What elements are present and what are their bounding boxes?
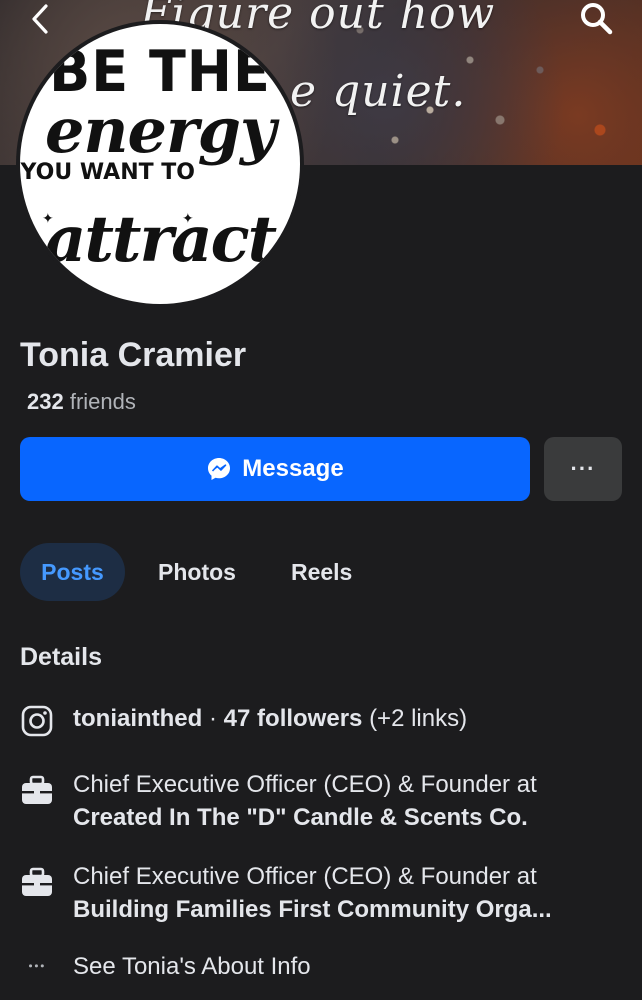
work-title: Chief Executive Officer (CEO) & Founder … <box>73 771 537 798</box>
friends-count[interactable]: 232 friends <box>27 389 136 415</box>
avatar-text-attract: attract <box>44 202 277 277</box>
messenger-icon <box>208 458 231 480</box>
more-dots-icon <box>29 964 44 968</box>
message-button[interactable]: Message <box>20 437 530 501</box>
tab-posts[interactable]: Posts <box>20 543 125 601</box>
back-button[interactable] <box>26 2 56 38</box>
instagram-text: toniainthed · 47 followers (+2 links) <box>73 702 467 735</box>
avatar-text-energy: energy <box>44 94 276 167</box>
sparkle-icon: ✦ <box>182 210 194 226</box>
message-label: Message <box>242 455 344 482</box>
instagram-followers: 47 followers <box>223 705 363 732</box>
work-organization[interactable]: Building Families First Community Orga..… <box>73 893 552 926</box>
see-about-label: See Tonia's About Info <box>73 953 311 980</box>
briefcase-icon <box>22 775 52 804</box>
instagram-icon <box>21 705 53 737</box>
cover-text-line2: e quiet. <box>290 66 467 117</box>
profile-name: Tonia Cramier <box>20 336 247 374</box>
friends-number: 232 <box>27 389 64 414</box>
briefcase-icon <box>22 867 52 896</box>
chevron-left-icon <box>32 4 48 34</box>
search-button[interactable] <box>576 0 616 40</box>
instagram-handle[interactable]: toniainthed <box>73 705 202 732</box>
details-heading: Details <box>20 643 102 671</box>
tab-photos[interactable]: Photos <box>158 543 236 601</box>
avatar-text-you-want-to: YOU WANT TO <box>20 160 195 185</box>
work-organization[interactable]: Created In The "D" Candle & Scents Co. <box>73 801 537 834</box>
more-dots-icon: ··· <box>570 456 596 481</box>
work-title: Chief Executive Officer (CEO) & Founder … <box>73 863 537 890</box>
sparkle-icon: ✦ <box>42 210 54 226</box>
profile-avatar[interactable]: BE THE energy YOU WANT TO attract ✦ ✦ <box>16 20 304 308</box>
friends-label: friends <box>69 389 136 414</box>
profile-tabs: Posts Photos Reels <box>20 543 352 601</box>
tab-reels[interactable]: Reels <box>291 543 352 601</box>
separator-dot: · <box>209 705 217 732</box>
instagram-links[interactable]: (+2 links) <box>369 705 467 732</box>
work-text: Chief Executive Officer (CEO) & Founder … <box>73 768 537 834</box>
avatar-image: BE THE energy YOU WANT TO attract ✦ ✦ <box>20 24 300 304</box>
work-text: Chief Executive Officer (CEO) & Founder … <box>73 860 552 926</box>
search-icon <box>581 3 613 35</box>
more-options-button[interactable]: ··· <box>544 437 622 501</box>
